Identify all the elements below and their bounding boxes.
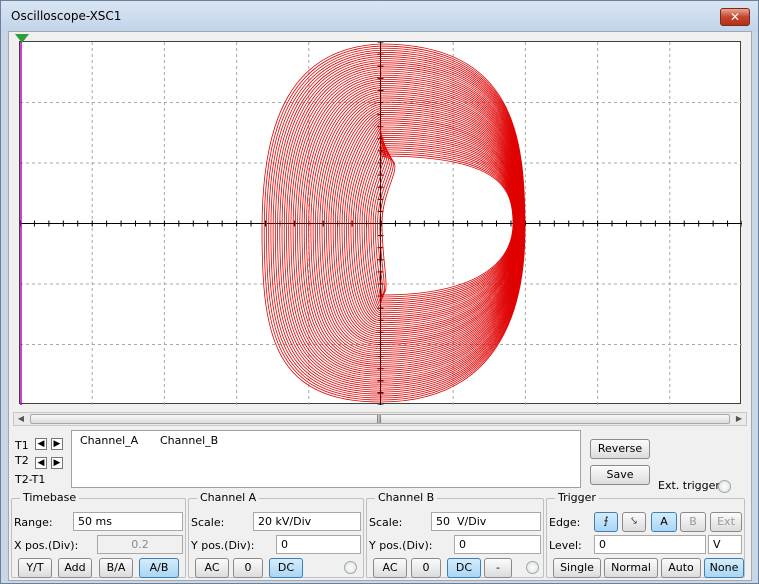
cursor-readout-table: Channel_A Channel_B [71, 430, 581, 488]
reverse-button[interactable]: Reverse [590, 439, 650, 459]
channel-a-scale-label: Scale: [191, 516, 225, 529]
trigger-source-a-button[interactable]: A [651, 512, 677, 532]
client-area: ◀ ||| ▶ T1 ◀ ▶ T2 ◀ ▶ T2-T1 Channel_A Ch… [8, 31, 752, 581]
channel-b-zero-button[interactable]: 0 [411, 558, 441, 578]
scope-grid [20, 42, 742, 405]
channel-b-scale-label: Scale: [369, 516, 403, 529]
mode-ba-button[interactable]: B/A [99, 558, 133, 578]
scroll-left-icon[interactable]: ◀ [14, 413, 28, 425]
xpos-field[interactable]: 0.2 [97, 535, 183, 554]
trigger-auto-button[interactable]: Auto [661, 558, 701, 578]
rising-edge-icon[interactable]: ⨍ [594, 512, 618, 532]
channel-b-ypos-field[interactable]: 0 [454, 535, 541, 554]
channel-a-terminal[interactable] [344, 561, 357, 574]
channel-b-minus-button[interactable]: - [484, 558, 512, 578]
trigger-normal-button[interactable]: Normal [604, 558, 658, 578]
trigger-source-b-button[interactable]: B [680, 512, 706, 532]
oscilloscope-window: Oscilloscope-XSC1 ✕ ◀ ||| ▶ T1 ◀ ▶ T2 ◀ … [0, 0, 759, 584]
trigger-source-ext-button[interactable]: Ext [710, 512, 742, 532]
mode-yt-button[interactable]: Y/T [18, 558, 52, 578]
channel-a-title: Channel A [197, 491, 260, 504]
channel-a-scale-field[interactable]: 20 kV/Div [253, 512, 361, 531]
t2-right-arrow-icon[interactable]: ▶ [51, 457, 63, 469]
column-channel-b: Channel_B [160, 434, 219, 447]
cursor-controls: T1 ◀ ▶ T2 ◀ ▶ T2-T1 [11, 429, 71, 486]
trigger-marker-icon[interactable] [15, 34, 29, 44]
falling-edge-icon[interactable]: ⤥ [622, 512, 646, 532]
trigger-none-button[interactable]: None [704, 558, 744, 578]
scroll-thumb[interactable]: ||| [30, 414, 730, 424]
channel-a-ypos-label: Y pos.(Div): [191, 539, 255, 552]
channel-a-dc-button[interactable]: DC [269, 558, 303, 578]
range-field[interactable]: 50 ms [73, 512, 183, 531]
xpos-label: X pos.(Div): [14, 539, 79, 552]
edge-label: Edge: [549, 516, 581, 529]
channel-a-ypos-field[interactable]: 0 [276, 535, 361, 554]
t1-right-arrow-icon[interactable]: ▶ [51, 438, 63, 450]
channel-b-title: Channel B [375, 491, 438, 504]
level-field[interactable]: 0 [594, 535, 706, 554]
close-button[interactable]: ✕ [720, 8, 750, 26]
horizontal-scrollbar[interactable]: ◀ ||| ▶ [13, 412, 747, 426]
column-channel-a: Channel_A [80, 434, 139, 447]
mode-ab-button[interactable]: A/B [139, 558, 179, 578]
channel-a-ac-button[interactable]: AC [195, 558, 229, 578]
t1-label: T1 [15, 439, 29, 452]
channel-b-dc-button[interactable]: DC [447, 558, 481, 578]
timebase-title: Timebase [20, 491, 80, 504]
title-bar: Oscilloscope-XSC1 ✕ [1, 1, 758, 31]
channel-b-ypos-label: Y pos.(Div): [369, 539, 433, 552]
range-label: Range: [14, 516, 53, 529]
t2-t1-label: T2-T1 [15, 473, 46, 486]
channel-b-group: Channel B Scale: 50 V/Div Y pos.(Div): 0… [366, 491, 544, 578]
window-title: Oscilloscope-XSC1 [11, 9, 122, 23]
ext-trigger-label: Ext. trigger [658, 479, 720, 492]
trigger-single-button[interactable]: Single [553, 558, 601, 578]
channel-a-zero-button[interactable]: 0 [233, 558, 263, 578]
t2-left-arrow-icon[interactable]: ◀ [35, 457, 47, 469]
t2-label: T2 [15, 454, 29, 467]
save-button[interactable]: Save [590, 465, 650, 485]
timebase-group: Timebase Range: 50 ms X pos.(Div): 0.2 Y… [11, 491, 186, 578]
channel-b-ac-button[interactable]: AC [373, 558, 407, 578]
ext-trigger-terminal[interactable] [718, 480, 731, 493]
channel-b-scale-field[interactable]: 50 V/Div [431, 512, 541, 531]
scroll-right-icon[interactable]: ▶ [732, 413, 746, 425]
level-unit-field[interactable]: V [708, 535, 742, 554]
trigger-title: Trigger [555, 491, 599, 504]
mode-add-button[interactable]: Add [58, 558, 92, 578]
scope-display [19, 41, 742, 405]
channel-b-terminal[interactable] [526, 561, 539, 574]
trigger-group: Trigger Edge: ⨍ ⤥ A B Ext Level: 0 V Sin… [546, 491, 745, 578]
scroll-grip: ||| [376, 414, 382, 423]
t1-left-arrow-icon[interactable]: ◀ [35, 438, 47, 450]
level-label: Level: [549, 539, 582, 552]
channel-a-group: Channel A Scale: 20 kV/Div Y pos.(Div): … [188, 491, 364, 578]
